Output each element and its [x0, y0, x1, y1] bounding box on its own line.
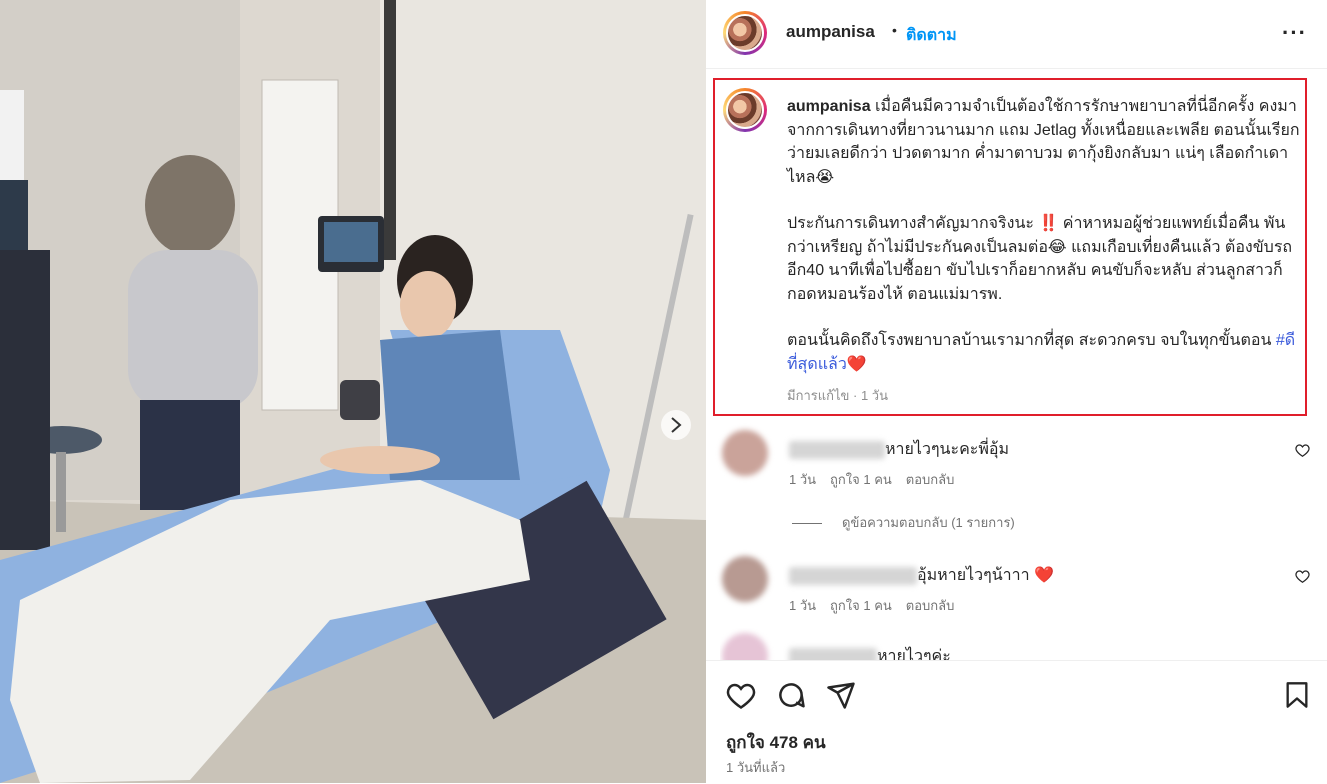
view-replies[interactable]: ดูข้อความตอบกลับ (1 รายการ) — [792, 512, 1015, 533]
blurred-username[interactable] — [789, 566, 917, 585]
comment-icon[interactable] — [776, 680, 806, 710]
reply-button[interactable]: ตอบกลับ — [906, 598, 955, 613]
comment-likes[interactable]: ถูกใจ 1 คน — [830, 472, 892, 487]
comment-text: หายไวๆค่ะ — [877, 648, 951, 660]
comment-avatar[interactable] — [722, 556, 768, 602]
comment-item: อุ้มหายไวๆน้าาา ❤️ 1 วัน ถูกใจ 1 คน ตอบกลั… — [720, 551, 1320, 631]
post-actions: ถูกใจ 478 คน 1 วันที่แล้ว — [706, 660, 1327, 784]
caption-paragraph-3: ตอนนั้นคิดถึงโรงพยาบาลบ้านเรามากที่สุด ส… — [787, 332, 1272, 349]
caption-avatar[interactable] — [723, 88, 767, 132]
caption: aumpanisa เมื่อคืนมีความจำเป็นต้องใช้การ… — [787, 95, 1307, 408]
caption-username[interactable]: aumpanisa — [787, 98, 871, 115]
hospital-scene-image — [0, 0, 706, 783]
post-side-panel: aumpanisa • ติดตาม ··· aumpanisa เมื่อคื… — [706, 0, 1327, 784]
post-username[interactable]: aumpanisa — [786, 22, 875, 42]
caption-paragraph-2: ประกันการเดินทางสำคัญมากจริงนะ ‼️ ค่าหาห… — [787, 215, 1293, 303]
comment-time: 1 วัน — [789, 598, 817, 613]
bookmark-icon[interactable] — [1284, 681, 1310, 709]
more-icon[interactable]: ··· — [1282, 20, 1307, 46]
blurred-username[interactable] — [789, 647, 877, 660]
comment-item: หายไวๆค่ะ — [720, 628, 1320, 660]
next-photo-button[interactable] — [661, 410, 691, 440]
comment-avatar[interactable] — [722, 633, 768, 660]
caption-meta: มีการแก้ไข · 1 วัน — [787, 388, 888, 403]
comment-avatar[interactable] — [722, 430, 768, 476]
heart-icon[interactable] — [726, 681, 756, 709]
blurred-username[interactable] — [789, 440, 885, 459]
separator-dot: • — [892, 22, 897, 38]
reply-button[interactable]: ตอบกลับ — [906, 472, 955, 487]
like-count[interactable]: ถูกใจ 478 คน — [726, 729, 826, 756]
comment-time: 1 วัน — [789, 472, 817, 487]
post-header: aumpanisa • ติดตาม ··· — [706, 0, 1327, 69]
heart-icon[interactable] — [1295, 443, 1310, 457]
comment-likes[interactable]: ถูกใจ 1 คน — [830, 598, 892, 613]
heart-icon[interactable] — [1295, 569, 1310, 583]
post-photo — [0, 0, 706, 783]
avatar[interactable] — [723, 11, 767, 55]
post-time: 1 วันที่แล้ว — [726, 760, 786, 775]
follow-button[interactable]: ติดตาม — [906, 23, 957, 48]
heart-emoji: ❤️ — [846, 355, 867, 373]
share-icon[interactable] — [826, 680, 856, 710]
comment-item: หายไวๆนะคะพี่อุ้ม 1 วัน ถูกใจ 1 คน ตอบกลับ — [720, 425, 1320, 505]
comment-text: หายไวๆนะคะพี่อุ้ม — [885, 441, 1010, 458]
comment-text: อุ้มหายไวๆน้าาา ❤️ — [917, 567, 1054, 584]
